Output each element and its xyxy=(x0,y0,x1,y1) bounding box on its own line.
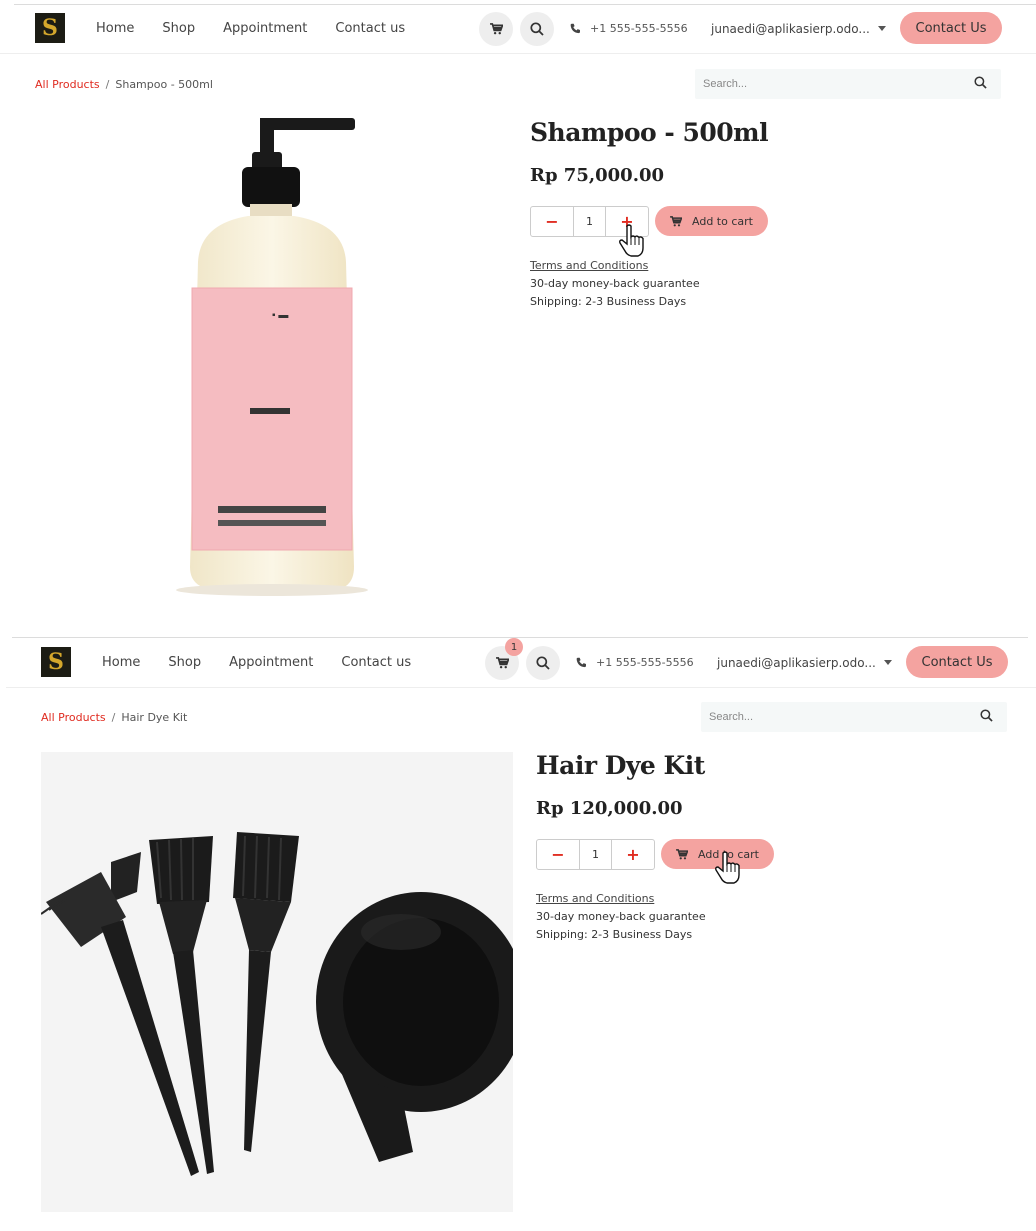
search-button[interactable] xyxy=(520,12,554,46)
quantity-stepper: − 1 + xyxy=(536,839,655,870)
site-header: S Home Shop Appointment Contact us +1 55… xyxy=(0,4,1036,54)
search-icon xyxy=(530,22,544,36)
contact-us-button[interactable]: Contact Us xyxy=(900,12,1002,44)
shipping-text: Shipping: 2-3 Business Days xyxy=(536,928,693,941)
breadcrumb: All Products / Hair Dye Kit xyxy=(41,711,187,724)
chevron-down-icon xyxy=(883,660,892,665)
phone-icon xyxy=(576,657,586,668)
quantity-input[interactable]: 1 xyxy=(579,840,612,869)
add-to-cart-button[interactable]: Add to cart xyxy=(655,206,768,236)
plus-icon: + xyxy=(626,845,640,864)
nav-home[interactable]: Home xyxy=(102,655,140,670)
minus-icon: − xyxy=(545,212,559,231)
cart-icon xyxy=(495,657,509,669)
hand-cursor-icon xyxy=(619,224,644,257)
account-menu[interactable]: junaedi@aplikasierp.odo... xyxy=(711,4,886,53)
decrease-quantity-button[interactable]: − xyxy=(537,840,579,869)
breadcrumb: All Products / Shampoo - 500ml xyxy=(35,78,213,91)
search-icon[interactable] xyxy=(974,76,987,89)
screen-hair-dye-kit: S Home Shop Appointment Contact us 1 +1 … xyxy=(6,632,1036,1231)
nav-contact-us[interactable]: Contact us xyxy=(335,21,405,36)
search-icon xyxy=(536,656,550,670)
cart-button[interactable] xyxy=(479,12,513,46)
search-button[interactable] xyxy=(526,646,560,680)
product-price: Rp 75,000.00 xyxy=(530,165,665,186)
breadcrumb-current: Hair Dye Kit xyxy=(121,711,188,724)
brand-logo[interactable]: S xyxy=(41,647,71,677)
phone-icon xyxy=(570,23,580,34)
search-input[interactable] xyxy=(701,702,959,732)
breadcrumb-separator: / xyxy=(105,78,110,91)
product-price: Rp 120,000.00 xyxy=(536,798,683,819)
product-search xyxy=(695,69,1001,99)
phone-contact[interactable]: +1 555-555-5556 xyxy=(570,4,688,53)
cart-button[interactable]: 1 xyxy=(485,638,523,680)
product-image-hair-dye-kit xyxy=(41,752,513,1212)
main-nav: Home Shop Appointment Contact us xyxy=(102,638,439,687)
nav-shop[interactable]: Shop xyxy=(168,655,201,670)
nav-appointment[interactable]: Appointment xyxy=(223,21,307,36)
product-terms: Terms and Conditions 30-day money-back g… xyxy=(536,890,706,944)
product-terms: Terms and Conditions 30-day money-back g… xyxy=(530,257,700,311)
nav-shop[interactable]: Shop xyxy=(162,21,195,36)
svg-text:▪ ▬: ▪ ▬ xyxy=(272,310,288,321)
add-to-cart-label: Add to cart xyxy=(692,214,753,228)
search-input[interactable] xyxy=(695,69,953,99)
hand-cursor-icon xyxy=(715,851,740,884)
cart-icon xyxy=(489,23,503,35)
site-header: S Home Shop Appointment Contact us 1 +1 … xyxy=(6,638,1036,688)
contact-us-button[interactable]: Contact Us xyxy=(906,646,1008,678)
brand-logo[interactable]: S xyxy=(35,13,65,43)
guarantee-text: 30-day money-back guarantee xyxy=(530,277,700,290)
product-title: Shampoo - 500ml xyxy=(530,118,769,147)
cart-icon xyxy=(676,848,689,859)
terms-link[interactable]: Terms and Conditions xyxy=(530,259,648,272)
product-image-shampoo: ▪ ▬ xyxy=(176,118,368,596)
account-email: junaedi@aplikasierp.odo... xyxy=(711,21,870,36)
cart-icon xyxy=(670,215,683,226)
increase-quantity-button[interactable]: + xyxy=(612,840,654,869)
screen-shampoo: S Home Shop Appointment Contact us +1 55… xyxy=(0,0,1036,632)
nav-home[interactable]: Home xyxy=(96,21,134,36)
account-email: junaedi@aplikasierp.odo... xyxy=(717,655,876,670)
minus-icon: − xyxy=(551,845,565,864)
phone-number: +1 555-555-5556 xyxy=(590,22,688,35)
breadcrumb-separator: / xyxy=(111,711,116,724)
guarantee-text: 30-day money-back guarantee xyxy=(536,910,706,923)
phone-contact[interactable]: +1 555-555-5556 xyxy=(576,638,694,687)
main-nav: Home Shop Appointment Contact us xyxy=(96,4,433,53)
shipping-text: Shipping: 2-3 Business Days xyxy=(530,295,687,308)
chevron-down-icon xyxy=(877,26,886,31)
breadcrumb-current: Shampoo - 500ml xyxy=(115,78,213,91)
account-menu[interactable]: junaedi@aplikasierp.odo... xyxy=(717,638,892,687)
breadcrumb-all-products[interactable]: All Products xyxy=(35,78,100,91)
search-icon[interactable] xyxy=(980,709,993,722)
cart-count-badge: 1 xyxy=(505,638,523,656)
product-title: Hair Dye Kit xyxy=(536,751,705,780)
breadcrumb-all-products[interactable]: All Products xyxy=(41,711,106,724)
product-search xyxy=(701,702,1007,732)
nav-appointment[interactable]: Appointment xyxy=(229,655,313,670)
terms-link[interactable]: Terms and Conditions xyxy=(536,892,654,905)
quantity-input[interactable]: 1 xyxy=(573,207,606,236)
decrease-quantity-button[interactable]: − xyxy=(531,207,573,236)
nav-contact-us[interactable]: Contact us xyxy=(341,655,411,670)
phone-number: +1 555-555-5556 xyxy=(596,656,694,669)
